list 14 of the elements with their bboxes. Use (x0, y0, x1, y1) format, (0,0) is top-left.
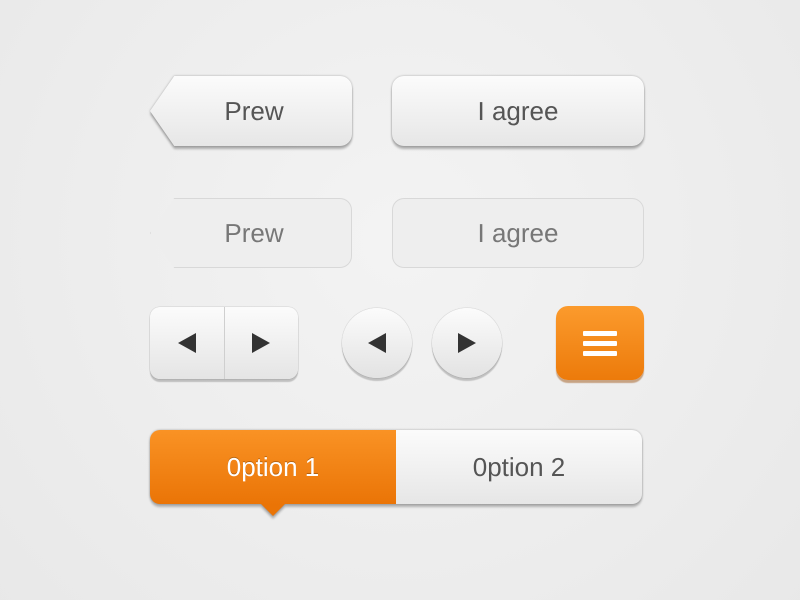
pointer-icon (261, 504, 285, 516)
agree-button[interactable]: I agree (392, 76, 644, 146)
next-button[interactable] (432, 308, 502, 378)
right-arrow-icon (458, 333, 476, 353)
agree-button[interactable]: I agree (392, 198, 644, 268)
left-arrow-icon (368, 333, 386, 353)
left-arrow-icon (178, 333, 196, 353)
option-tab[interactable]: 0ption 2 (396, 430, 642, 504)
back-button[interactable]: Prew (150, 198, 352, 268)
right-arrow-icon (252, 333, 270, 353)
menu-icon (583, 329, 617, 357)
back-button[interactable]: Prew (150, 76, 352, 146)
previous-button[interactable] (342, 308, 412, 378)
menu-button[interactable] (556, 306, 644, 380)
